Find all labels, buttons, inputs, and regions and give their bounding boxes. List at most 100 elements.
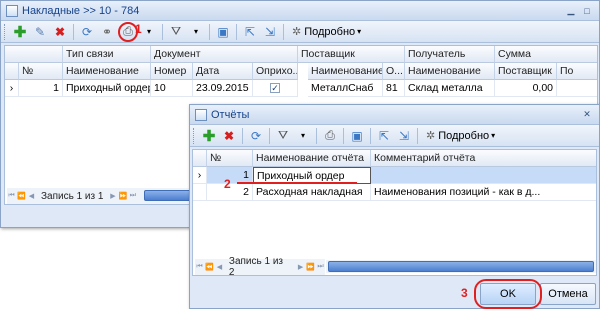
grid-settings-icon[interactable]: ▣ bbox=[348, 127, 366, 145]
toolbar-separator bbox=[283, 23, 284, 40]
invoices-window-titlebar[interactable]: Накладные >> 10 - 784 ▁ □ bbox=[1, 1, 599, 21]
nav-prev-icon[interactable]: ◀ bbox=[215, 263, 224, 271]
delete-icon[interactable]: ✖ bbox=[220, 127, 238, 145]
cell-link-name[interactable]: Приходный ордер bbox=[63, 80, 151, 97]
cell-sum-more[interactable] bbox=[557, 80, 597, 97]
refresh-icon[interactable]: ⟳ bbox=[78, 23, 96, 41]
export-icon[interactable]: ⇱ bbox=[241, 23, 259, 41]
toolbar-separator bbox=[316, 127, 317, 144]
toolbar-separator bbox=[417, 127, 418, 144]
nav-last-icon[interactable]: ⏭ bbox=[128, 192, 137, 200]
nav-last-icon[interactable]: ⏭ bbox=[316, 263, 325, 271]
import-icon[interactable]: ⇲ bbox=[395, 127, 413, 145]
nav-next-page-icon[interactable]: ⏩ bbox=[118, 192, 128, 200]
cell-receiver-name[interactable]: Склад металла bbox=[405, 80, 495, 97]
maximize-icon[interactable]: □ bbox=[580, 5, 594, 17]
cell-num[interactable]: 1 bbox=[19, 80, 63, 97]
column-header-report-name[interactable]: Наименование отчёта bbox=[253, 150, 371, 167]
group-header-supplier: Поставщик bbox=[298, 46, 405, 63]
column-header-report-comment[interactable]: Комментарий отчёта bbox=[371, 150, 596, 167]
nav-prev-page-icon[interactable]: ⏪ bbox=[17, 192, 26, 200]
print-icon[interactable]: ⎙ bbox=[321, 127, 339, 145]
cell-sum-supplier[interactable]: 0,00 bbox=[495, 80, 557, 97]
column-header-receiver-name[interactable]: Наименование bbox=[405, 63, 495, 80]
column-header-num[interactable]: № bbox=[19, 63, 63, 80]
window-icon bbox=[6, 4, 18, 17]
reports-grid: № Наименование отчёта Комментарий отчёта… bbox=[192, 149, 597, 276]
row-indicator-icon: › bbox=[5, 80, 19, 97]
filter-dropdown-icon[interactable]: ▾ bbox=[187, 23, 205, 41]
step-3-ring bbox=[474, 279, 542, 309]
dialog-controls: ✕ bbox=[580, 109, 594, 121]
column-header-posted[interactable]: Оприхо... bbox=[253, 63, 298, 80]
reports-dialog: Отчёты ✕ ✚ ✖ ⟳ ⛛ ▾ ⎙ ▣ ⇱ ⇲ ✲ Подробно ▾ … bbox=[189, 104, 600, 309]
group-header-link-type: Тип связи bbox=[63, 46, 151, 63]
cell-report-name[interactable]: Расходная накладная bbox=[253, 184, 371, 201]
row-indicator-header bbox=[5, 63, 19, 80]
cell-number[interactable]: 10 bbox=[151, 80, 193, 97]
cell-report-comment[interactable]: Наименования позиций - как в д... bbox=[371, 184, 596, 201]
nav-next-icon[interactable]: ▶ bbox=[296, 263, 305, 271]
column-header-num[interactable]: № bbox=[207, 150, 253, 167]
step-3-marker: 3 bbox=[461, 286, 468, 300]
toolbar-separator bbox=[236, 23, 237, 40]
scroll-thumb[interactable] bbox=[328, 261, 594, 272]
add-icon[interactable]: ✚ bbox=[200, 127, 218, 145]
add-icon[interactable]: ✚ bbox=[11, 23, 29, 41]
cell-supplier-name[interactable]: МеталлСнаб bbox=[308, 80, 383, 97]
nav-prev-icon[interactable]: ◀ bbox=[27, 192, 36, 200]
toolbar-separator bbox=[73, 23, 74, 40]
group-header-blank bbox=[5, 46, 63, 63]
grid-settings-icon[interactable]: ▣ bbox=[214, 23, 232, 41]
minimize-icon[interactable]: ▁ bbox=[564, 5, 578, 17]
column-header-supplier-name[interactable]: Наименование bbox=[308, 63, 383, 80]
invoices-window-title: Накладные >> 10 - 784 bbox=[22, 4, 140, 17]
column-header-sum-supplier[interactable]: Поставщик bbox=[495, 63, 557, 80]
import-icon[interactable]: ⇲ bbox=[261, 23, 279, 41]
detail-label: Подробно bbox=[438, 129, 490, 142]
reports-dialog-titlebar[interactable]: Отчёты ✕ bbox=[190, 105, 599, 125]
detail-label: Подробно bbox=[304, 25, 356, 38]
row-indicator-blank bbox=[193, 184, 207, 201]
filter-dropdown-icon[interactable]: ▾ bbox=[294, 127, 312, 145]
cell-date[interactable]: 23.09.2015 bbox=[193, 80, 253, 97]
print-dropdown-icon[interactable]: ▾ bbox=[140, 23, 158, 41]
close-icon[interactable]: ✕ bbox=[580, 109, 594, 121]
detail-button[interactable]: ✲ Подробно ▾ bbox=[422, 127, 499, 145]
column-header-link-name[interactable]: Наименование bbox=[63, 63, 151, 80]
column-header-date[interactable]: Дата bbox=[193, 63, 253, 80]
column-header-code[interactable]: О... bbox=[383, 63, 405, 80]
chevron-down-icon: ▾ bbox=[491, 131, 496, 140]
export-icon[interactable]: ⇱ bbox=[375, 127, 393, 145]
column-header-number[interactable]: Номер bbox=[151, 63, 193, 80]
delete-icon[interactable]: ✖ bbox=[51, 23, 69, 41]
nav-next-page-icon[interactable]: ⏩ bbox=[306, 263, 315, 271]
nav-first-icon[interactable]: ⏮ bbox=[7, 192, 16, 200]
group-header-sum: Сумма bbox=[495, 46, 597, 63]
edit-icon[interactable]: ✎ bbox=[31, 23, 49, 41]
group-header-document: Документ bbox=[151, 46, 298, 63]
posted-checkbox[interactable]: ✓ bbox=[270, 83, 280, 94]
nav-prev-page-icon[interactable]: ⏪ bbox=[205, 263, 214, 271]
column-header-sum-more[interactable]: По bbox=[557, 63, 597, 80]
group-header-receiver: Получатель bbox=[405, 46, 495, 63]
reports-toolbar: ✚ ✖ ⟳ ⛛ ▾ ⎙ ▣ ⇱ ⇲ ✲ Подробно ▾ bbox=[190, 125, 599, 147]
cell-report-comment[interactable] bbox=[371, 167, 596, 184]
toolbar-separator bbox=[343, 127, 344, 144]
reports-hscrollbar[interactable] bbox=[326, 260, 596, 273]
cell-code[interactable]: 81 bbox=[383, 80, 405, 97]
detail-button[interactable]: ✲ Подробно ▾ bbox=[288, 23, 365, 41]
cancel-button[interactable]: Отмена bbox=[540, 283, 596, 305]
toolbar-separator bbox=[370, 127, 371, 144]
nav-first-icon[interactable]: ⏮ bbox=[195, 263, 204, 271]
toolbar-separator bbox=[162, 23, 163, 40]
filter-icon[interactable]: ⛛ bbox=[167, 23, 185, 41]
cell-posted[interactable]: ✓ bbox=[253, 80, 298, 97]
nav-next-icon[interactable]: ▶ bbox=[108, 192, 117, 200]
dialog-icon bbox=[195, 108, 207, 121]
link-icon[interactable]: ⚭ bbox=[98, 23, 116, 41]
step-2-marker: 2 bbox=[224, 177, 231, 191]
filter-icon[interactable]: ⛛ bbox=[274, 127, 292, 145]
reports-dialog-title: Отчёты bbox=[211, 108, 250, 121]
refresh-icon[interactable]: ⟳ bbox=[247, 127, 265, 145]
